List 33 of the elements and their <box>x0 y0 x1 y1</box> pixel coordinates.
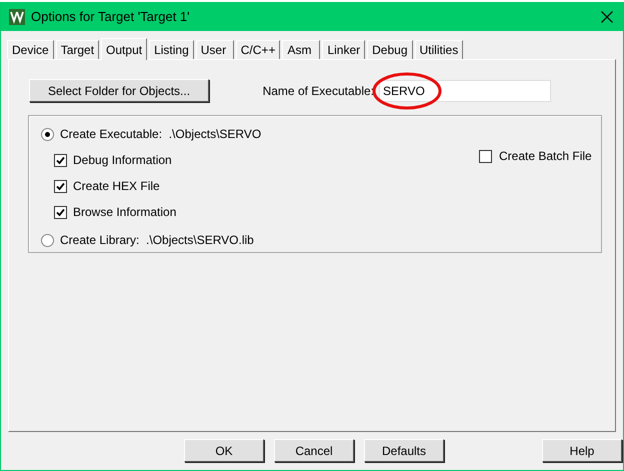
tab[interactable]: C/C++ <box>236 40 280 59</box>
select-folder-button[interactable]: Select Folder for Objects... <box>29 79 209 102</box>
app-icon <box>9 8 25 24</box>
radio-label: Create Executable: .\Objects\SERVO <box>60 126 262 143</box>
checkbox[interactable] <box>54 180 67 192</box>
tab[interactable]: Target <box>56 40 100 59</box>
dialog-button[interactable]: Defaults <box>364 439 444 462</box>
checkbox-label: Browse Information <box>73 204 176 221</box>
tab[interactable]: Device <box>7 40 54 59</box>
radio-button[interactable] <box>41 234 54 246</box>
dialog-button[interactable]: OK <box>184 439 264 462</box>
window-title: Options for Target 'Target 1' <box>31 8 190 26</box>
field-label: Name of Executable: <box>262 82 374 100</box>
checkbox-label: Debug Information <box>73 152 172 169</box>
tab[interactable]: Debug <box>367 40 413 59</box>
close-icon[interactable] <box>601 10 613 22</box>
tab[interactable]: Asm <box>282 40 320 59</box>
tab[interactable]: Linker <box>322 40 366 59</box>
dialog-button[interactable]: Cancel <box>274 439 354 462</box>
radio-button[interactable] <box>41 128 54 140</box>
checkbox[interactable] <box>54 154 67 166</box>
tab[interactable]: Utilities <box>414 40 464 59</box>
checkbox-label: Create Batch File <box>499 148 592 165</box>
tab[interactable]: Output <box>101 38 148 60</box>
tab[interactable]: User <box>196 40 234 59</box>
annotation-ellipse <box>371 71 443 111</box>
checkbox[interactable] <box>479 150 492 162</box>
radio-label: Create Library: .\Objects\SERVO.lib <box>60 232 254 249</box>
checkbox[interactable] <box>54 206 67 218</box>
tab[interactable]: Listing <box>149 40 194 59</box>
executable-name-field[interactable]: SERVO <box>379 80 551 102</box>
checkbox-label: Create HEX File <box>73 178 160 195</box>
help-button[interactable]: Help <box>542 439 622 462</box>
